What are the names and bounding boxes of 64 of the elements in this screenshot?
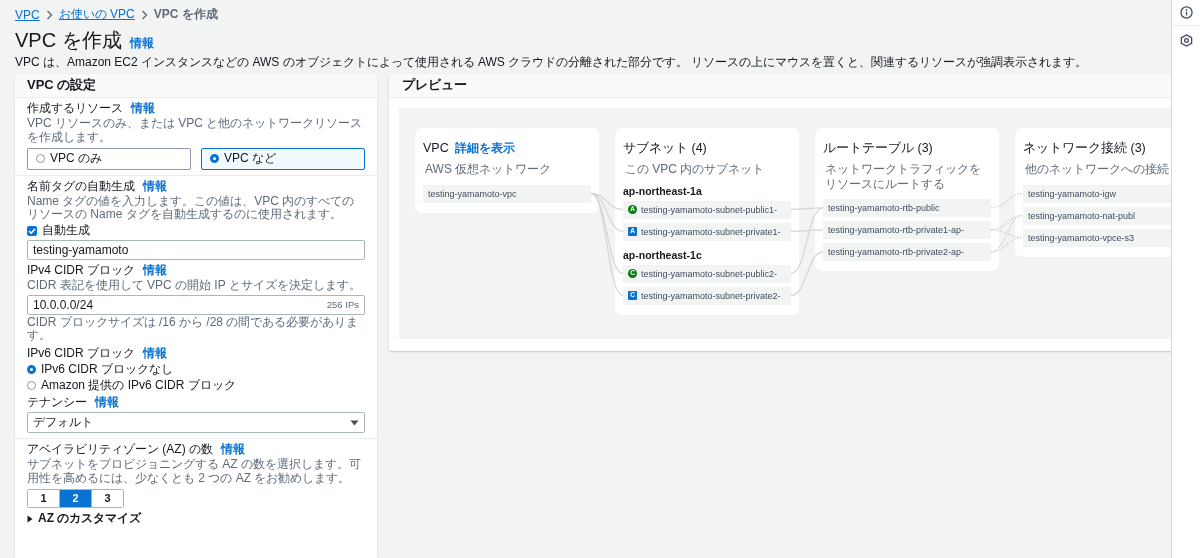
field-label: 作成するリソース: [27, 102, 123, 117]
info-icon[interactable]: [1179, 6, 1193, 19]
info-link[interactable]: 情報: [143, 179, 167, 194]
card-title: VPC: [423, 141, 449, 156]
checkbox[interactable]: [27, 226, 37, 236]
expander[interactable]: AZ のカスタマイズ: [27, 511, 142, 526]
chevron-icon: [45, 9, 53, 20]
card-subtitle: この VPC 内のサブネット: [625, 162, 766, 177]
resource-item[interactable]: testing-yamamoto-rtb-private2-ap-: [823, 243, 991, 262]
breadcrumb-current: VPC を作成: [153, 6, 218, 23]
breadcrumb-link[interactable]: お使いの VPC: [58, 6, 135, 23]
info-link[interactable]: 情報: [131, 102, 155, 117]
radio-option[interactable]: IPv6 CIDR ブロックなし: [27, 362, 365, 377]
info-link[interactable]: 情報: [143, 347, 167, 361]
card-title: サブネット (4): [623, 140, 707, 158]
card-subtitle: 他のネットワークへの接続: [1025, 162, 1170, 177]
input-field[interactable]: testing-yamamoto: [27, 239, 365, 260]
field-label: IPv4 CIDR ブロック: [27, 263, 135, 278]
card-title: ネットワーク接続 (3): [1023, 140, 1146, 158]
info-link[interactable]: 情報: [143, 263, 167, 278]
resource-item[interactable]: testing-yamamoto-nat-publ: [1023, 206, 1171, 225]
hexagon-icon[interactable]: [1179, 34, 1193, 47]
panel-header: VPC の設定: [15, 74, 377, 99]
card-title: ルートテーブル (3): [823, 140, 933, 158]
zone-heading: ap-northeast-1a: [623, 184, 703, 197]
field-label: IPv6 CIDR ブロック: [27, 347, 135, 361]
resource-item[interactable]: testing-yamamoto-igw: [1023, 184, 1171, 203]
details-link[interactable]: 詳細を表示: [454, 140, 515, 158]
info-link[interactable]: 情報: [221, 443, 245, 458]
az-count-button[interactable]: 3: [91, 489, 123, 507]
field-label: 名前タグの自動生成: [27, 179, 135, 194]
az-count-button[interactable]: 2: [59, 489, 91, 507]
field-description: Name タグの値を入力します。この値は、VPC 内のすべてのリソースの Name タグを自動生成するのに使用されます。: [27, 194, 356, 223]
info-link[interactable]: 情報: [95, 396, 119, 411]
page-description: VPC は、Amazon EC2 インスタンスなどの AWS のオブジェクトによって使用される AWS クラウドの分離された部分です。 リソースの上にマウスを置くと、関連するリソースが強調表示されます。: [15, 55, 1089, 70]
radio-button[interactable]: [27, 381, 36, 391]
checkbox-option[interactable]: 自動生成: [27, 224, 365, 238]
field-description: VPC リソースのみ、または VPC と他のネットワークリソースを作成します。: [27, 117, 364, 145]
resource-item[interactable]: testing-yamamoto-vpce-s3: [1023, 228, 1171, 247]
radio-tile[interactable]: VPC のみ: [27, 147, 191, 170]
connector-line: [990, 193, 1024, 209]
caret-right-icon: [27, 514, 33, 523]
field-description: CIDR 表記を使用して VPC の開始 IP とサイズを決定します。: [27, 278, 362, 293]
resource-item[interactable]: testing-yamamoto-vpc: [423, 184, 591, 203]
field-description: サブネットをプロビジョニングする AZ の数を選択します。可用性を高めるには、少なくとも 2 つの AZ をお勧めします。: [27, 458, 362, 486]
field-label: テナンシー: [27, 396, 87, 411]
page-title: VPC を作成: [15, 28, 122, 52]
radio-tile[interactable]: VPC など: [201, 147, 365, 170]
card-subtitle: ネットワークトラフィックをリソースにルートする: [825, 162, 982, 192]
radio-option[interactable]: Amazon 提供の IPv6 CIDR ブロック: [27, 378, 365, 393]
info-link[interactable]: 情報: [129, 35, 154, 52]
radio-button[interactable]: [27, 365, 36, 375]
zone-heading: ap-northeast-1c: [623, 248, 703, 261]
panel-header: プレビュー: [389, 74, 1171, 99]
resource-item[interactable]: testing-yamamoto-rtb-private1-ap-: [823, 221, 991, 240]
breadcrumb-link[interactable]: VPC: [15, 7, 40, 22]
ip-count-label: 256 IPs: [326, 299, 359, 311]
field-label: アベイラビリティゾーン (AZ) の数: [27, 443, 213, 458]
resource-item[interactable]: testing-yamamoto-rtb-public: [823, 199, 991, 218]
card-subtitle: AWS 仮想ネットワーク: [425, 162, 553, 177]
field-description: CIDR ブロックサイズは /16 から /28 の間である必要があります。: [27, 315, 360, 344]
tenancy-select[interactable]: デフォルト: [27, 412, 365, 434]
caret-down-icon: [350, 419, 359, 426]
chevron-icon: [140, 9, 148, 20]
